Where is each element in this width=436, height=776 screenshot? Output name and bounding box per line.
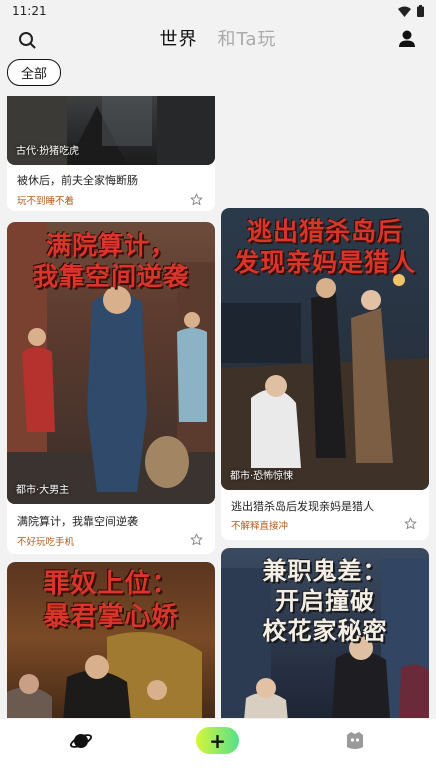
story-card[interactable]: 满院算计， 我靠空间逆袭 都市·大男主 满院算计，我靠空间逆袭 不好玩吃手机 — [7, 222, 215, 554]
status-bar: 11:21 — [0, 0, 436, 22]
story-genre: 古代·扮猪吃虎 — [16, 146, 80, 157]
story-feed[interactable]: 古代·扮猪吃虎 被休后，前夫全家悔断肠 玩不到睡不着 满院算计， 我靠空间逆袭 … — [0, 96, 436, 718]
story-card[interactable]: 罪奴上位： 暴君掌心娇 — [7, 562, 215, 718]
story-card[interactable]: 古代·扮猪吃虎 被休后，前夫全家悔断肠 玩不到睡不着 — [7, 96, 215, 211]
story-cover: 兼职鬼差： 开启撞破 校花家秘密 — [221, 548, 429, 718]
character-icon[interactable] — [343, 729, 367, 753]
status-time: 11:21 — [12, 4, 47, 18]
cover-title: 兼职鬼差： 开启撞破 校花家秘密 — [262, 556, 388, 645]
story-cover: 逃出猎杀岛后 发现亲妈是猎人 都市·恐怖惊悚 — [221, 208, 429, 490]
story-genre: 都市·恐怖惊悚 — [230, 471, 294, 482]
favorite-star-icon[interactable] — [190, 193, 203, 206]
tab-world[interactable]: 世界 — [159, 25, 197, 51]
favorite-star-icon[interactable] — [190, 533, 203, 546]
planet-icon[interactable] — [69, 729, 93, 753]
status-icons — [398, 5, 424, 17]
wifi-icon — [398, 6, 411, 17]
tab-play-with-ta[interactable]: 和Ta玩 — [217, 25, 276, 51]
story-card[interactable]: 兼职鬼差： 开启撞破 校花家秘密 — [221, 548, 429, 718]
story-tag: 不解释直接冲 — [231, 521, 289, 532]
filter-chip-all[interactable]: 全部 — [7, 59, 61, 86]
top-bar: 世界 和Ta玩 — [0, 22, 436, 58]
cover-title: 满院算计， 我靠空间逆袭 — [32, 231, 189, 291]
battery-icon — [417, 5, 424, 17]
story-genre: 都市·大男主 — [16, 485, 70, 496]
story-tag: 不好玩吃手机 — [17, 537, 75, 548]
story-cover: 满院算计， 我靠空间逆袭 都市·大男主 — [7, 222, 215, 504]
cover-title: 罪奴上位： 暴君掌心娇 — [43, 569, 179, 632]
tab-bar: 世界 和Ta玩 — [0, 25, 436, 51]
create-button[interactable]: + — [196, 727, 239, 754]
story-tag: 玩不到睡不着 — [17, 196, 75, 207]
story-cover: 古代·扮猪吃虎 — [7, 96, 215, 165]
story-card[interactable]: 逃出猎杀岛后 发现亲妈是猎人 都市·恐怖惊悚 逃出猎杀岛后发现亲妈是猎人 不解释… — [221, 208, 429, 540]
cover-title: 逃出猎杀岛后 发现亲妈是猎人 — [233, 217, 416, 277]
story-title: 逃出猎杀岛后发现亲妈是猎人 — [231, 500, 374, 513]
bottom-nav: + — [0, 718, 436, 776]
profile-icon[interactable] — [396, 28, 418, 50]
favorite-star-icon[interactable] — [404, 517, 417, 530]
story-cover: 罪奴上位： 暴君掌心娇 — [7, 562, 215, 718]
story-title: 满院算计，我靠空间逆袭 — [17, 515, 138, 528]
story-title: 被休后，前夫全家悔断肠 — [17, 174, 138, 187]
